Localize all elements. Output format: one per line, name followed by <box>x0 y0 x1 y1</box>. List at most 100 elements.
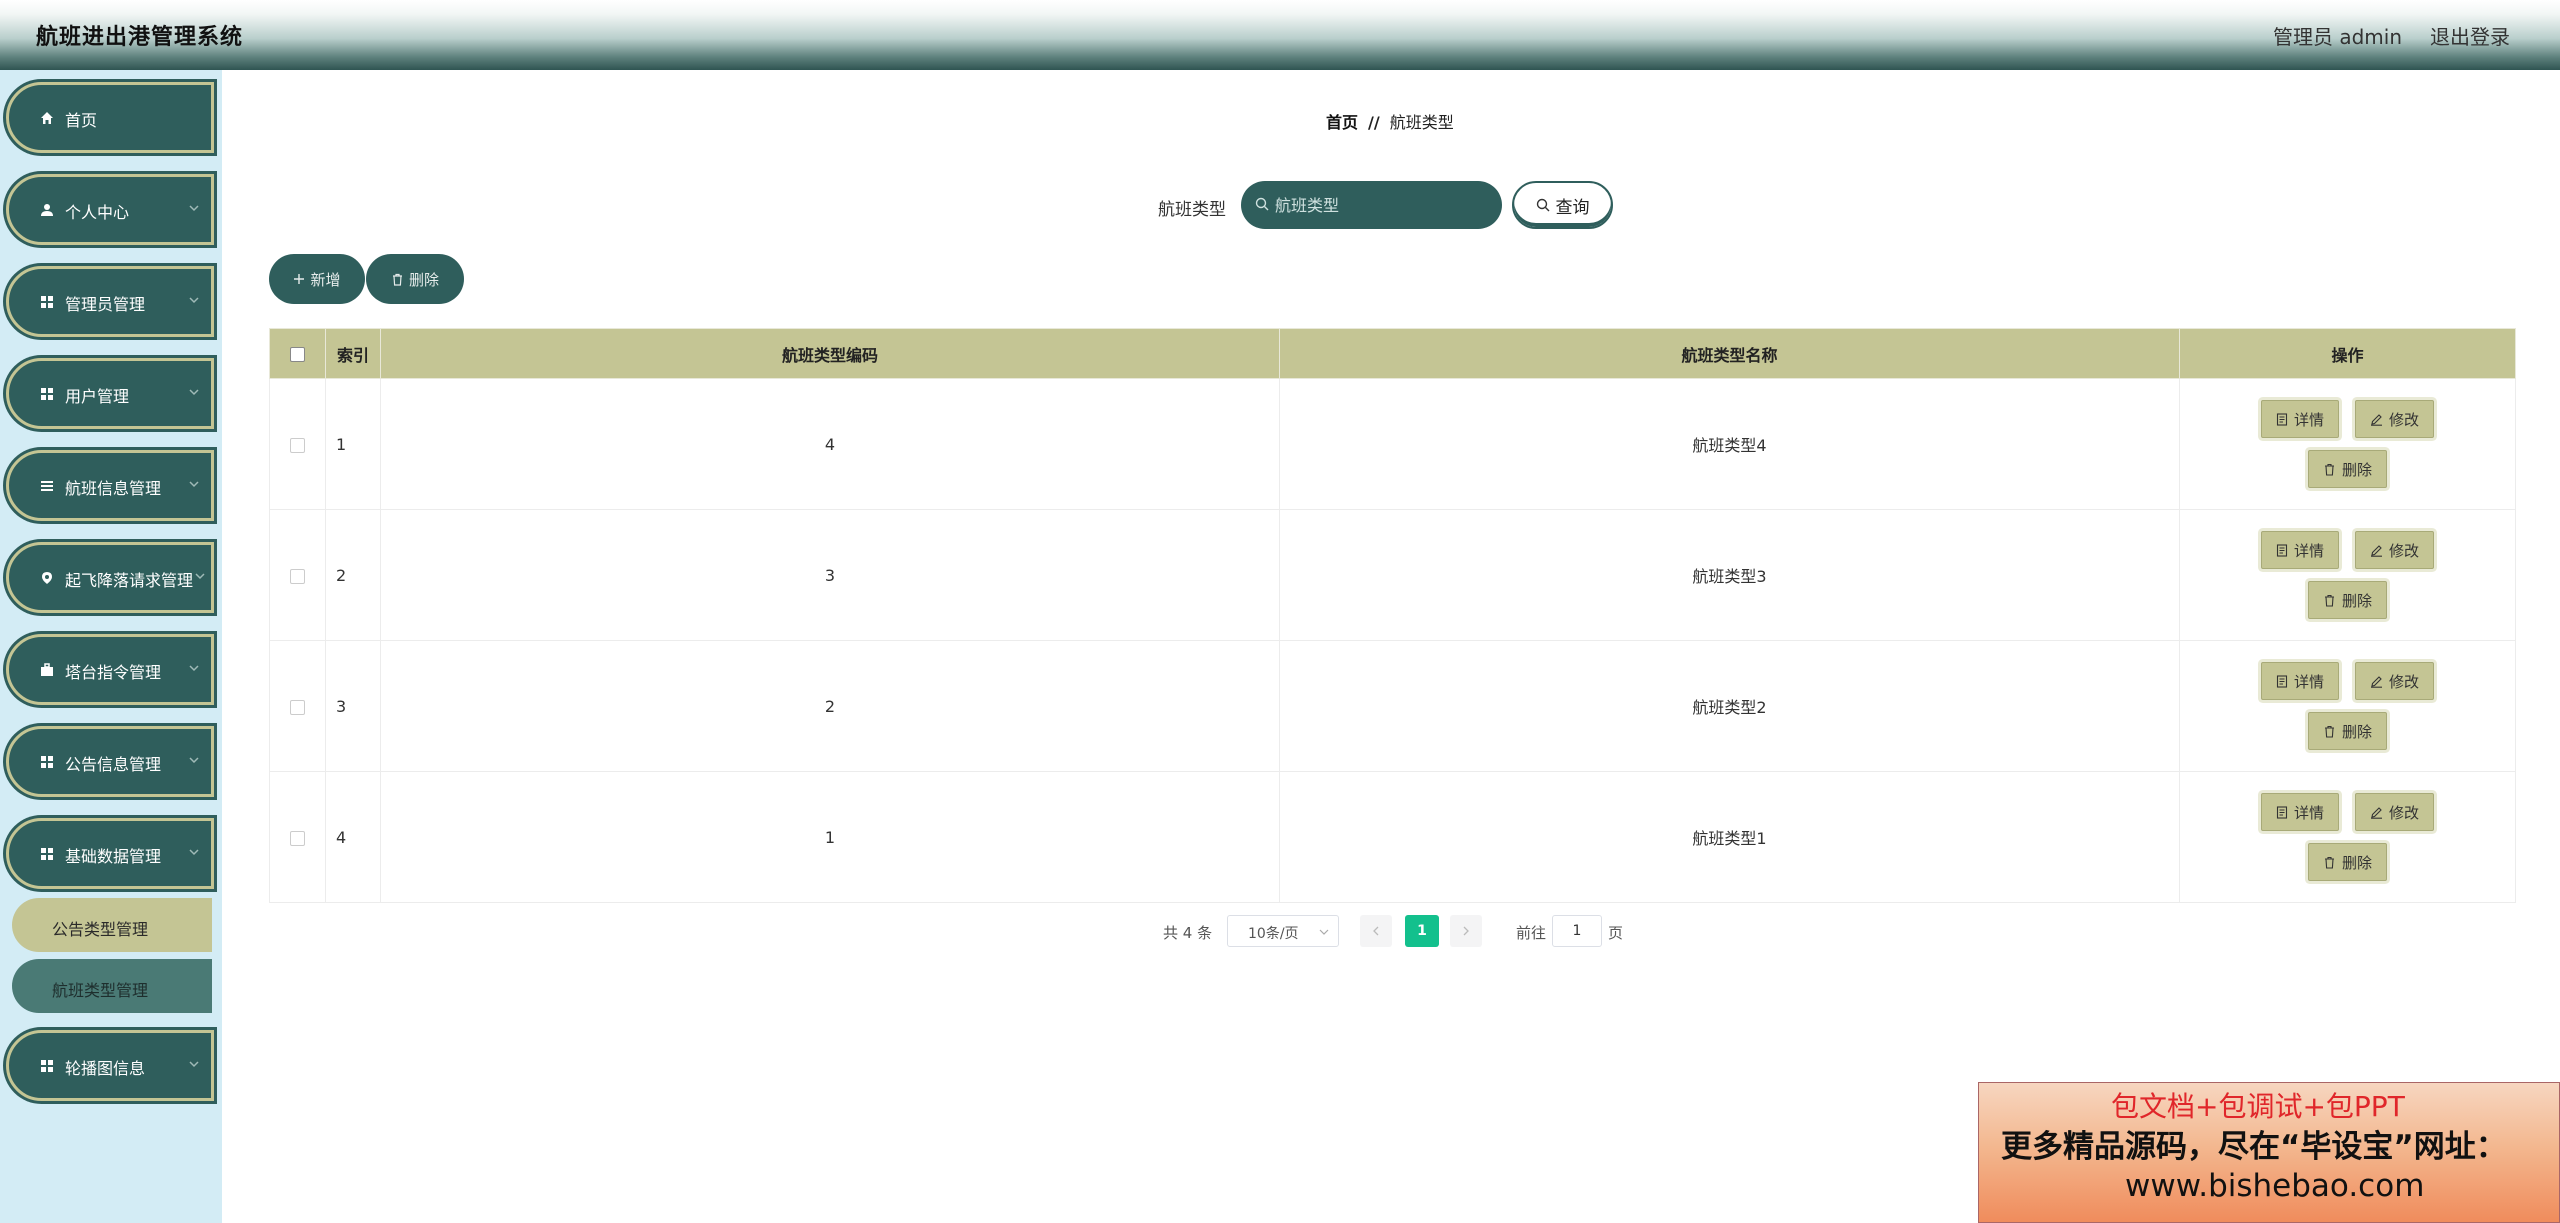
sidebar-item-basic-data-management[interactable]: 基础数据管理 <box>6 818 214 889</box>
chevron-down-icon <box>189 481 199 488</box>
row-checkbox[interactable] <box>290 568 305 584</box>
cell-code: 2 <box>380 640 1280 772</box>
cell-index: 4 <box>325 771 381 903</box>
cell-code: 3 <box>380 509 1280 641</box>
row-checkbox[interactable] <box>290 830 305 846</box>
table-row: 3 2 航班类型2 详情 修改 删除 <box>269 640 2516 772</box>
pagination-total: 共 4 条 <box>1163 924 1213 942</box>
next-page-button[interactable] <box>1450 915 1482 947</box>
edit-button[interactable]: 修改 <box>2355 793 2435 831</box>
query-button[interactable]: 查询 <box>1512 181 1613 229</box>
sidebar-item-label: 管理员管理 <box>65 295 146 314</box>
logout-link[interactable]: 退出登录 <box>2430 21 2510 50</box>
edit-button[interactable]: 修改 <box>2355 662 2435 700</box>
chevron-down-icon <box>189 205 199 212</box>
trash-icon <box>2324 463 2334 476</box>
sidebar-item-flight-info-management[interactable]: 航班信息管理 <box>6 450 214 521</box>
detail-button[interactable]: 详情 <box>2260 662 2339 700</box>
batch-delete-button[interactable]: 删除 <box>366 254 464 304</box>
sidebar-item-label: 塔台指令管理 <box>65 663 162 682</box>
app-title: 航班进出港管理系统 <box>36 25 244 50</box>
delete-button[interactable]: 删除 <box>2307 843 2387 881</box>
sidebar-item-carousel-info[interactable]: 轮播图信息 <box>6 1030 214 1101</box>
edit-button-label: 修改 <box>2389 672 2420 691</box>
sidebar-item-notice-management[interactable]: 公告信息管理 <box>6 726 214 797</box>
goto-page-input[interactable] <box>1552 915 1602 947</box>
detail-button[interactable]: 详情 <box>2260 400 2339 438</box>
sidebar-item-home[interactable]: 首页 <box>6 82 214 153</box>
sidebar-item-label: 用户管理 <box>65 387 130 406</box>
query-button-label: 查询 <box>1555 197 1590 218</box>
location-icon <box>39 570 55 586</box>
edit-button[interactable]: 修改 <box>2355 531 2435 569</box>
batch-delete-button-label: 删除 <box>408 270 439 289</box>
detail-button-label: 详情 <box>2293 410 2324 429</box>
chevron-down-icon <box>195 573 205 580</box>
delete-button[interactable]: 删除 <box>2307 581 2387 619</box>
chevron-down-icon <box>189 389 199 396</box>
trash-icon <box>2324 594 2334 607</box>
row-checkbox[interactable] <box>290 437 305 453</box>
promo-banner: 包文档+包调试+包PPT 更多精品源码，尽在“毕设宝”网址： www.bishe… <box>1978 1082 2560 1223</box>
select-all-cell <box>269 328 326 379</box>
detail-button-label: 详情 <box>2293 672 2324 691</box>
row-checkbox[interactable] <box>290 699 305 715</box>
search-input[interactable] <box>1275 181 1495 229</box>
grid-icon <box>39 386 55 402</box>
edit-icon <box>2371 544 2382 557</box>
edit-button-label: 修改 <box>2389 410 2420 429</box>
grid-icon <box>39 294 55 310</box>
page-size-value: 10条/页 <box>1248 926 1299 942</box>
table-row: 2 3 航班类型3 详情 修改 删除 <box>269 509 2516 641</box>
promo-line-2: 更多精品源码，尽在“毕设宝”网址： <box>2001 1129 2507 1165</box>
sidebar-item-label: 基础数据管理 <box>65 847 162 866</box>
page-size-select[interactable]: 10条/页 <box>1227 915 1339 947</box>
chevron-left-icon <box>1373 926 1379 936</box>
table-row: 4 1 航班类型1 详情 修改 删除 <box>269 771 2516 903</box>
detail-button[interactable]: 详情 <box>2260 793 2339 831</box>
cell-code: 4 <box>380 378 1280 510</box>
edit-button-label: 修改 <box>2389 803 2420 822</box>
cell-name: 航班类型3 <box>1279 509 2180 641</box>
breadcrumb: 首页 // 航班类型 <box>1326 109 1454 133</box>
sidebar-subitem-label: 公告类型管理 <box>52 920 149 939</box>
column-header-name: 航班类型名称 <box>1279 328 2180 379</box>
sidebar-subitem-notice-type[interactable]: 公告类型管理 <box>12 898 212 952</box>
flight-type-table: 索引 航班类型编码 航班类型名称 操作 1 4 航班类型4 详情 修改 删除 2 … <box>269 328 2516 903</box>
cell-index: 1 <box>325 378 381 510</box>
add-button[interactable]: 新增 <box>269 254 365 304</box>
trash-icon <box>2324 856 2334 869</box>
search-field[interactable] <box>1241 181 1502 229</box>
detail-button[interactable]: 详情 <box>2260 531 2339 569</box>
sidebar-subitem-label: 航班类型管理 <box>52 981 149 1000</box>
sidebar-item-tower-command-management[interactable]: 塔台指令管理 <box>6 634 214 705</box>
chevron-down-icon <box>189 665 199 672</box>
cell-index: 3 <box>325 640 381 772</box>
sidebar-item-label: 航班信息管理 <box>65 479 162 498</box>
cell-name: 航班类型4 <box>1279 378 2180 510</box>
sidebar-item-admin-management[interactable]: 管理员管理 <box>6 266 214 337</box>
table-row: 1 4 航班类型4 详情 修改 删除 <box>269 378 2516 510</box>
sidebar-item-takeoff-landing-requests[interactable]: 起飞降落请求管理 <box>6 542 214 613</box>
sidebar-item-label: 起飞降落请求管理 <box>65 571 194 590</box>
chevron-down-icon <box>189 297 199 304</box>
delete-button-label: 删除 <box>2341 722 2372 741</box>
sidebar-subitem-flight-type[interactable]: 航班类型管理 <box>12 959 212 1013</box>
page-number-current[interactable]: 1 <box>1405 915 1439 947</box>
sidebar-item-label: 首页 <box>65 111 98 130</box>
document-icon <box>2276 674 2288 688</box>
sidebar: 首页 个人中心 管理员管理 用户管理 航班信息管理 起飞降落请求管理 塔台指令管… <box>0 70 222 1223</box>
select-all-checkbox[interactable] <box>290 347 305 362</box>
grid-icon <box>39 1058 55 1074</box>
delete-button[interactable]: 删除 <box>2307 450 2387 488</box>
sidebar-item-label: 轮播图信息 <box>65 1059 146 1078</box>
delete-button[interactable]: 删除 <box>2307 712 2387 750</box>
sidebar-item-personal-center[interactable]: 个人中心 <box>6 174 214 245</box>
breadcrumb-home[interactable]: 首页 <box>1326 113 1358 132</box>
goto-label: 前往 <box>1516 924 1547 942</box>
edit-button[interactable]: 修改 <box>2355 400 2435 438</box>
cell-name: 航班类型1 <box>1279 771 2180 903</box>
sidebar-item-user-management[interactable]: 用户管理 <box>6 358 214 429</box>
promo-line-1: 包文档+包调试+包PPT <box>2111 1090 2405 1123</box>
prev-page-button[interactable] <box>1360 915 1392 947</box>
